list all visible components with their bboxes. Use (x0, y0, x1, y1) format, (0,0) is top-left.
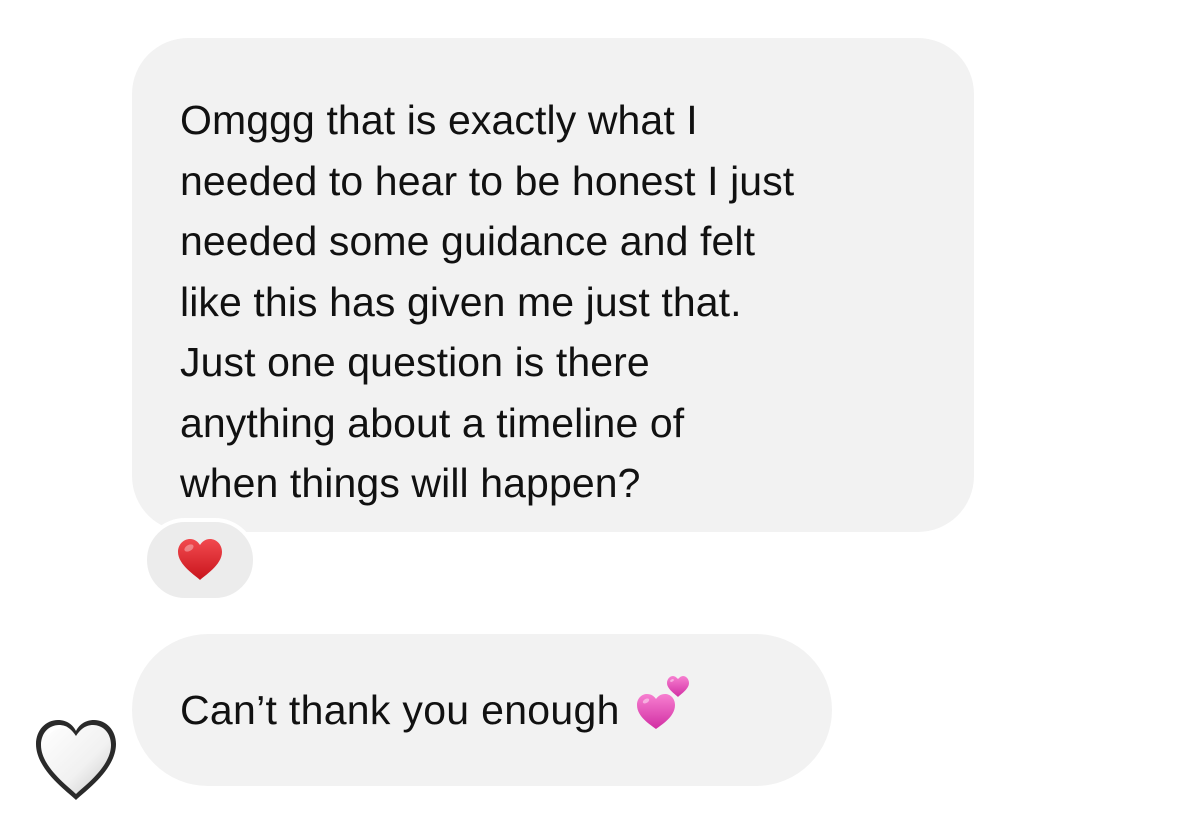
red-heart-icon (178, 539, 222, 580)
white-heart-icon (36, 720, 116, 800)
message-reaction[interactable] (143, 518, 257, 602)
chat-thread: Omggg that is exactly what I needed to h… (0, 0, 1178, 838)
message-text-line: needed to hear to be honest I just (180, 157, 795, 204)
message-bubble-received[interactable]: Can’t thank you enough (132, 634, 832, 786)
message-text-line: Just one question is there (180, 339, 650, 385)
message-text-line: needed some guidance and felt (180, 218, 756, 264)
message-text: Can’t thank you enough (180, 687, 620, 733)
message-bubble-received[interactable]: Omggg that is exactly what I needed to h… (132, 38, 974, 532)
message-text-line: Omggg that is exactly what I (180, 97, 698, 143)
message-text-line: like this has given me just that. (180, 278, 742, 325)
two-hearts-icon (636, 676, 689, 729)
message-text-line: when things will happen? (180, 460, 641, 506)
message-text-line: anything about a timeline of (180, 399, 685, 446)
